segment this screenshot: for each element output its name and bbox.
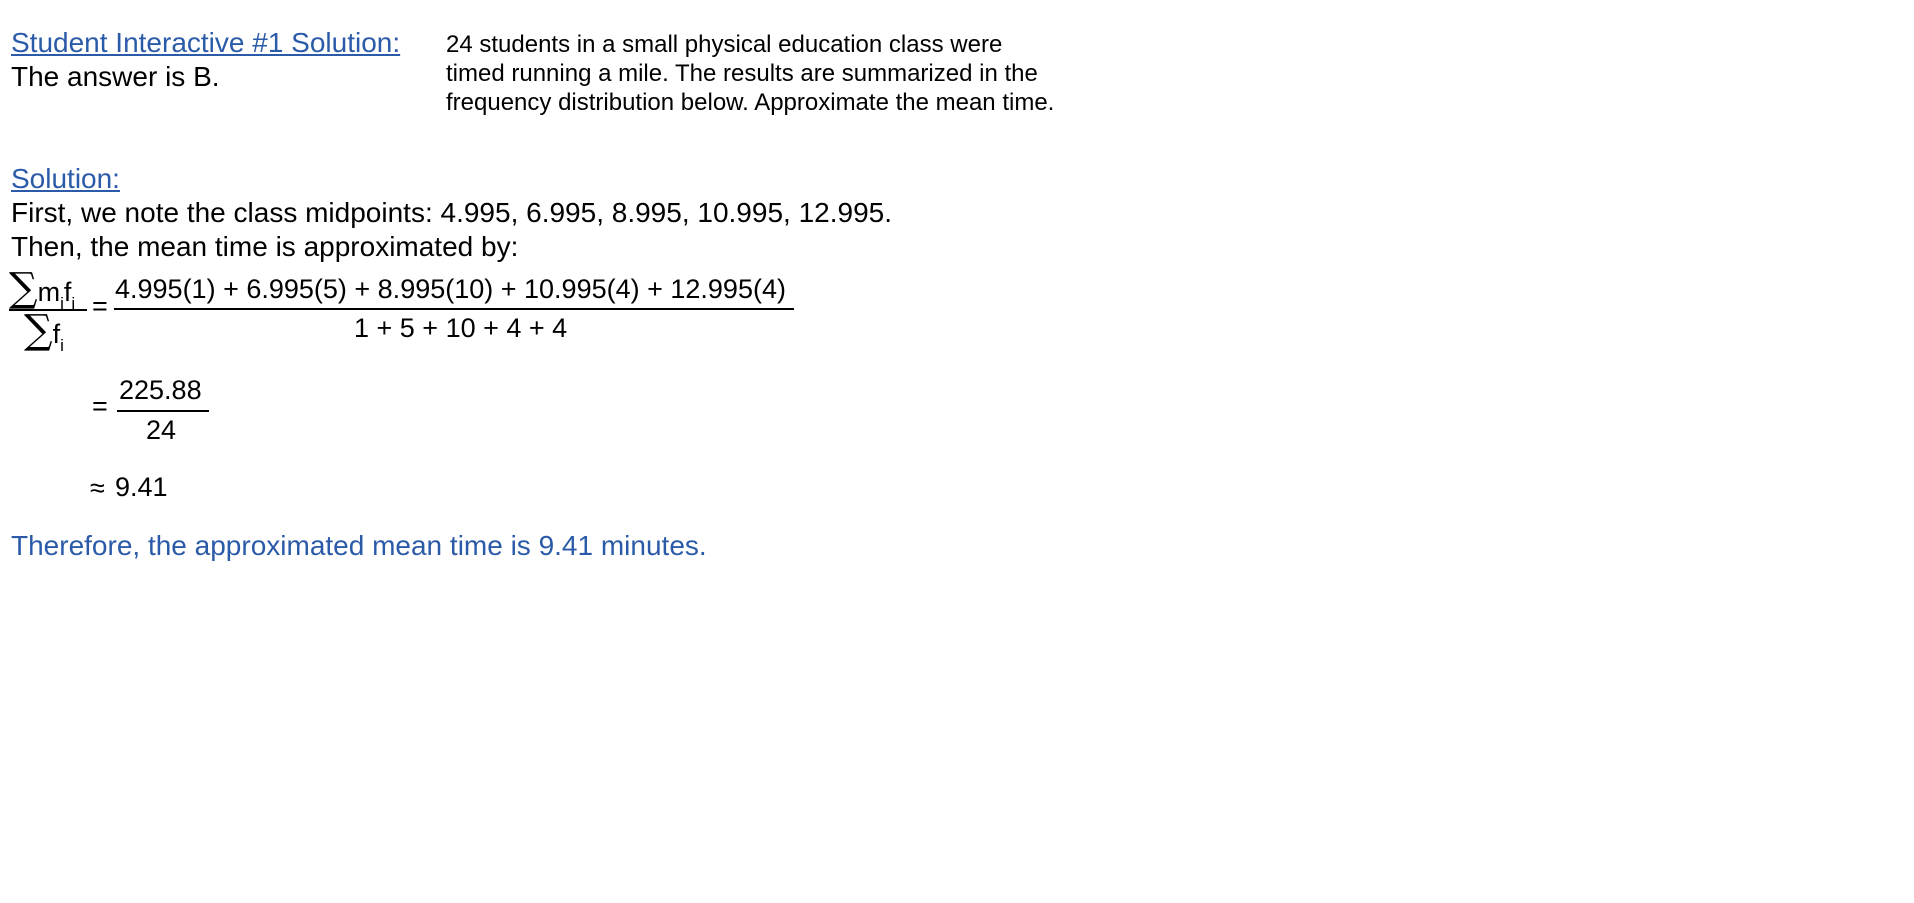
problem-statement: 24 students in a small physical educatio… [446, 30, 1054, 117]
rhs-numerator: 4.995(1) + 6.995(5) + 8.995(10) + 10.995… [115, 274, 786, 304]
solution-title[interactable]: Student Interactive #1 Solution: [11, 26, 400, 60]
approx-sign: ≈ [90, 473, 105, 503]
solution-line-midpoints: First, we note the class midpoints: 4.99… [11, 197, 893, 228]
lhs-numerator: ∑mifi [9, 265, 75, 313]
rhs-denominator: 1 + 5 + 10 + 4 + 4 [354, 313, 568, 343]
sigma-symbol: ∑ [9, 265, 38, 311]
step2-numerator: 225.88 [119, 375, 202, 405]
answer-text: The answer is B. [11, 61, 220, 92]
f-symbol: f [52, 319, 61, 349]
problem-line: timed running a mile. The results are su… [446, 60, 1038, 87]
problem-line: frequency distribution below. Approximat… [446, 89, 1055, 116]
lhs-denominator: ∑fi [24, 307, 64, 355]
subscript-i: i [60, 336, 64, 355]
equals-sign: = [92, 391, 108, 421]
m-symbol: m [37, 277, 61, 307]
result-value: 9.41 [115, 472, 168, 502]
step2-denominator: 24 [146, 415, 177, 445]
equals-sign: = [92, 291, 108, 321]
sigma-symbol: ∑ [24, 307, 53, 353]
conclusion-text: Therefore, the approximated mean time is… [11, 530, 707, 561]
solution-line-approx: Then, the mean time is approximated by: [11, 231, 519, 262]
solution-heading[interactable]: Solution: [11, 162, 120, 196]
problem-line: 24 students in a small physical educatio… [446, 31, 1003, 58]
step2-fraction-bar [117, 410, 209, 412]
rhs-fraction-bar [114, 308, 794, 310]
